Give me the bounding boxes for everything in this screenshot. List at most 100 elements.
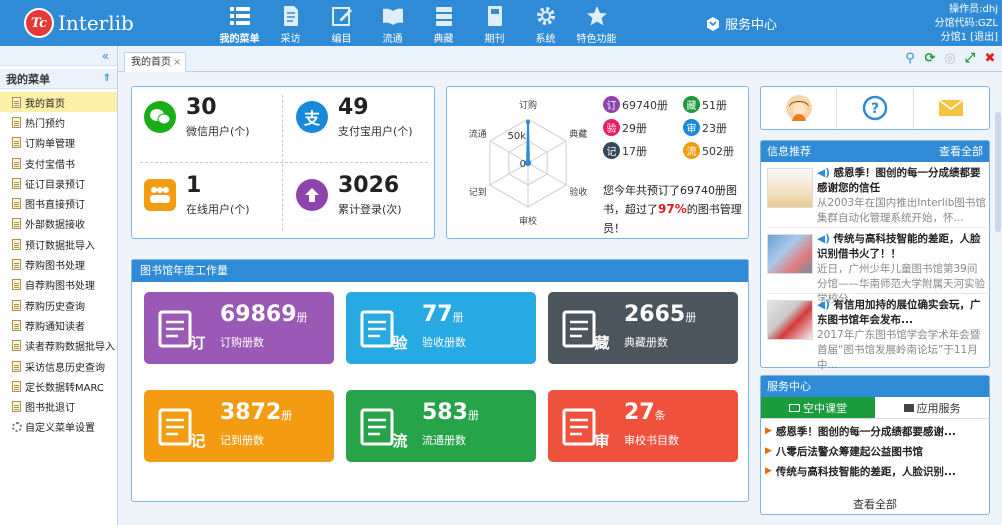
- app-logo[interactable]: Tc Interlib: [24, 8, 134, 38]
- service-item-label: 感恩季！图创的每一分成绩都要感谢...: [775, 425, 956, 438]
- news-thumbnail: [767, 234, 813, 274]
- sidebar-item[interactable]: 自定义菜单设置: [0, 417, 117, 437]
- sidebar-item[interactable]: 读者荐购数据批导入: [0, 336, 117, 356]
- document-icon: [12, 198, 21, 210]
- sidebar-item[interactable]: 外部数据接收: [0, 214, 117, 234]
- radar-axis-label: 审校: [519, 215, 537, 227]
- service-item[interactable]: ▶ 感恩季！图创的每一分成绩都要感谢...: [765, 421, 989, 441]
- quick-icons-panel: ?: [760, 86, 990, 130]
- workload-tile[interactable]: 审 27条 审校书目数: [548, 390, 738, 462]
- sidebar-item[interactable]: 定长数据转MARC: [0, 376, 117, 396]
- stat-value: 3026: [338, 173, 400, 198]
- user-stats-panel: 30 微信用户(个) 支 49 支付宝用户(个) 1 在线用户(个) 3026 累计登录…: [131, 86, 435, 239]
- app-name: Interlib: [58, 11, 134, 35]
- legend-badge: 记: [603, 142, 620, 159]
- workload-tile[interactable]: 订 69869册 订购册数: [144, 292, 334, 364]
- news-item[interactable]: ◀) 感恩季！图创的每一分成绩都要感谢您的信任 从2003年在国内推出Inter…: [767, 162, 987, 228]
- service-item[interactable]: ▶ 八零后法警众筹建起公益图书馆: [765, 441, 989, 461]
- legend-item: 验 29册: [603, 119, 683, 136]
- branch-logout-link[interactable]: 分馆1 [退出]: [934, 31, 998, 45]
- news-thumbnail: [767, 300, 813, 340]
- close-all-icon[interactable]: ✖: [982, 51, 998, 67]
- mail-icon[interactable]: [914, 87, 989, 129]
- legend-item: 审 23册: [683, 119, 748, 136]
- book-record-icon: 记: [158, 408, 206, 450]
- avatar-icon[interactable]: [761, 87, 838, 129]
- nav-collection[interactable]: 典藏: [418, 0, 469, 46]
- tab-app-service[interactable]: 应用服务: [875, 397, 989, 419]
- sidebar-item-label: 外部数据接收: [25, 220, 85, 232]
- settings-icon[interactable]: ◎: [942, 51, 958, 67]
- radar-point: [525, 119, 531, 125]
- stat-label: 在线用户(个): [186, 203, 250, 216]
- sidebar-menu: 我的首页 热门预约 订购单管理 支付宝借书征订目录预订图书直接预订外部数据接收预订数据…: [0, 89, 117, 437]
- sidebar-toggle-icon[interactable]: ⇑: [103, 73, 111, 84]
- sidebar-item-label: 荐购图书处理: [25, 261, 85, 273]
- sidebar-item[interactable]: 热门预约: [0, 112, 117, 132]
- tab-home[interactable]: 我的首页 ×: [124, 52, 187, 72]
- document-icon: [12, 380, 21, 392]
- sidebar-item[interactable]: 图书直接预订: [0, 193, 117, 213]
- workload-tile[interactable]: 流 583册 流通册数: [346, 390, 536, 462]
- nav-cataloging[interactable]: 编目: [316, 0, 367, 46]
- sidebar-item[interactable]: 荐购图书处理: [0, 254, 117, 274]
- sidebar-item[interactable]: 荐购通知读者: [0, 315, 117, 335]
- search-icon[interactable]: ⚲: [902, 51, 918, 67]
- radar-axis-label: 订购: [519, 99, 537, 111]
- sidebar-collapse-button[interactable]: «: [0, 46, 117, 66]
- workload-tile[interactable]: 藏 2665册 典藏册数: [548, 292, 738, 364]
- sidebar-item[interactable]: 自荐购图书处理: [0, 275, 117, 295]
- sidebar-item[interactable]: 我的首页: [0, 92, 117, 113]
- tab-online-class[interactable]: 空中课堂: [761, 397, 875, 419]
- tile-label: 典藏册数: [624, 336, 668, 349]
- nav-acquisition[interactable]: 采访: [265, 0, 316, 46]
- legend-item: 记 17册: [603, 142, 683, 159]
- news-item[interactable]: ◀) 有信用加持的展位确实会玩，广东图书馆年会发布... 2017年广东图书馆学…: [767, 294, 987, 371]
- workload-tile[interactable]: 记 3872册 记到册数: [144, 390, 334, 462]
- news-title: ◀) 有信用加持的展位确实会玩，广东图书馆年会发布...: [817, 299, 981, 326]
- sidebar-item-label: 自荐购图书处理: [25, 281, 95, 293]
- help-icon[interactable]: ?: [837, 87, 914, 129]
- sidebar-item[interactable]: 征订目录预订: [0, 173, 117, 193]
- refresh-icon[interactable]: ⟳: [922, 51, 938, 67]
- nav-my-menu[interactable]: 我的菜单: [214, 0, 265, 46]
- nav-periodicals[interactable]: 期刊: [469, 0, 520, 46]
- workload-tile[interactable]: 验 77册 验收册数: [346, 292, 536, 364]
- close-icon[interactable]: ×: [173, 54, 181, 72]
- sidebar-item[interactable]: 荐购历史查询: [0, 295, 117, 315]
- alipay-icon: 支: [296, 101, 328, 133]
- radar-tick-label: 0: [520, 159, 526, 170]
- sidebar-item-label: 征订目录预订: [25, 179, 85, 191]
- nav-circulation[interactable]: 流通: [367, 0, 418, 46]
- summary-percent: 97%: [658, 202, 687, 216]
- sidebar-item[interactable]: 支付宝借书: [0, 153, 117, 173]
- sidebar-item[interactable]: 预订数据批导入: [0, 234, 117, 254]
- legend-badge: 订: [603, 96, 620, 113]
- service-item[interactable]: ▶ 传统与高科技智能的差距，人脸识别...: [765, 461, 989, 481]
- svg-text:藏: 藏: [594, 334, 609, 352]
- info-more-link[interactable]: 查看全部: [939, 141, 983, 162]
- sidebar-item[interactable]: 采访信息历史查询: [0, 356, 117, 376]
- nav-label: 流通: [382, 34, 403, 45]
- service-center-link[interactable]: 服务中心: [705, 14, 777, 33]
- news-item[interactable]: ◀) 传统与高科技智能的差距，人脸识别借书火了！！ 近日，广州少年儿童图书馆第3…: [767, 228, 987, 305]
- radar-axis-label: 流通: [469, 128, 487, 140]
- legend-item: 订 69740册: [603, 96, 683, 113]
- chart-check-icon: 验: [360, 310, 408, 352]
- stat-label: 累计登录(次): [338, 203, 402, 216]
- journal-icon: [487, 6, 502, 26]
- nav-system[interactable]: 系统: [520, 0, 571, 46]
- scrollbar[interactable]: [995, 112, 1001, 232]
- tab-bar: 我的首页 × ⚲ ⟳ ◎ ⤢ ✖: [118, 46, 1002, 72]
- monitor-icon: [789, 403, 800, 412]
- legend-item: 藏 51册: [683, 96, 748, 113]
- sidebar-item-label: 定长数据转MARC: [25, 382, 104, 394]
- tile-value: 69869册: [220, 302, 308, 327]
- nav-featured[interactable]: 特色功能: [571, 0, 622, 46]
- service-more-link[interactable]: 查看全部: [761, 496, 989, 512]
- sidebar-item[interactable]: 订购单管理: [0, 133, 117, 153]
- fullscreen-icon[interactable]: ⤢: [962, 51, 978, 67]
- main-content: 30 微信用户(个) 支 49 支付宝用户(个) 1 在线用户(个) 3026 累计登录…: [118, 72, 1002, 525]
- sidebar-item[interactable]: 图书批退订: [0, 396, 117, 416]
- service-header: 服务中心: [761, 376, 989, 397]
